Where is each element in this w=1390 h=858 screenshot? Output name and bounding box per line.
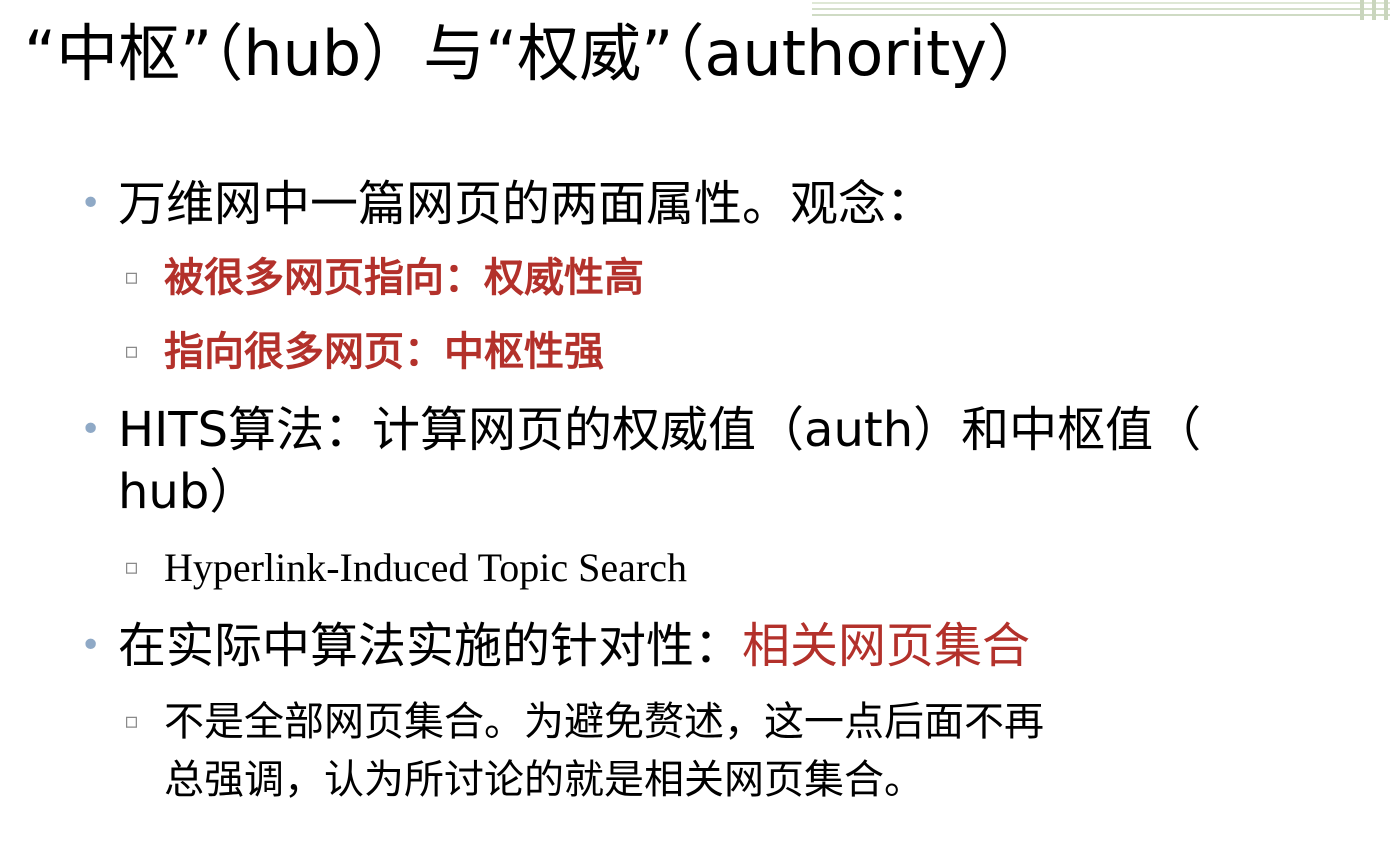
decor-bar — [1360, 0, 1364, 20]
sub-bullet-text: 不是全部网页集合。为避免赘述，这一点后面不再 — [164, 699, 1044, 745]
bullet-text: hub） — [118, 464, 258, 520]
decor-bar — [1384, 0, 1388, 20]
bullet-dot-icon: • — [80, 409, 102, 450]
bullet-text: HITS算法：计算网页的权威值（auth）和中枢值（ — [118, 402, 1202, 458]
sub-bullet-text: Hyperlink-Induced Topic Search — [164, 545, 687, 590]
square-bullet-icon: ▫ — [124, 265, 139, 290]
square-bullet-icon: ▫ — [124, 709, 139, 734]
bullet-text: 万维网中一篇网页的两面属性。观念： — [118, 176, 935, 232]
bullet-text: 在实际中算法实施的针对性：相关网页集合 — [118, 614, 1030, 678]
sub-bullet-text: 指向很多网页：中枢性强 — [164, 329, 604, 375]
decor-bar — [1372, 0, 1376, 20]
bullet-dot-icon: • — [80, 183, 102, 224]
slide-title: “中枢”（hub）与“权威”（authority） — [24, 17, 1049, 90]
bullet-dot-icon: • — [80, 625, 102, 666]
sub-bullet-text: 被很多网页指向：权威性高 — [164, 255, 644, 301]
sub-bullet-text: 总强调，认为所讨论的就是相关网页集合。 — [164, 757, 924, 803]
highlight-text: 相关网页集合 — [742, 618, 1031, 674]
decor-line — [812, 2, 1390, 4]
bullet-text-prefix: 在实际中算法实施的针对性： — [118, 618, 743, 674]
square-bullet-icon: ▫ — [124, 555, 139, 580]
decor-line — [812, 8, 1390, 10]
square-bullet-icon: ▫ — [124, 339, 139, 364]
